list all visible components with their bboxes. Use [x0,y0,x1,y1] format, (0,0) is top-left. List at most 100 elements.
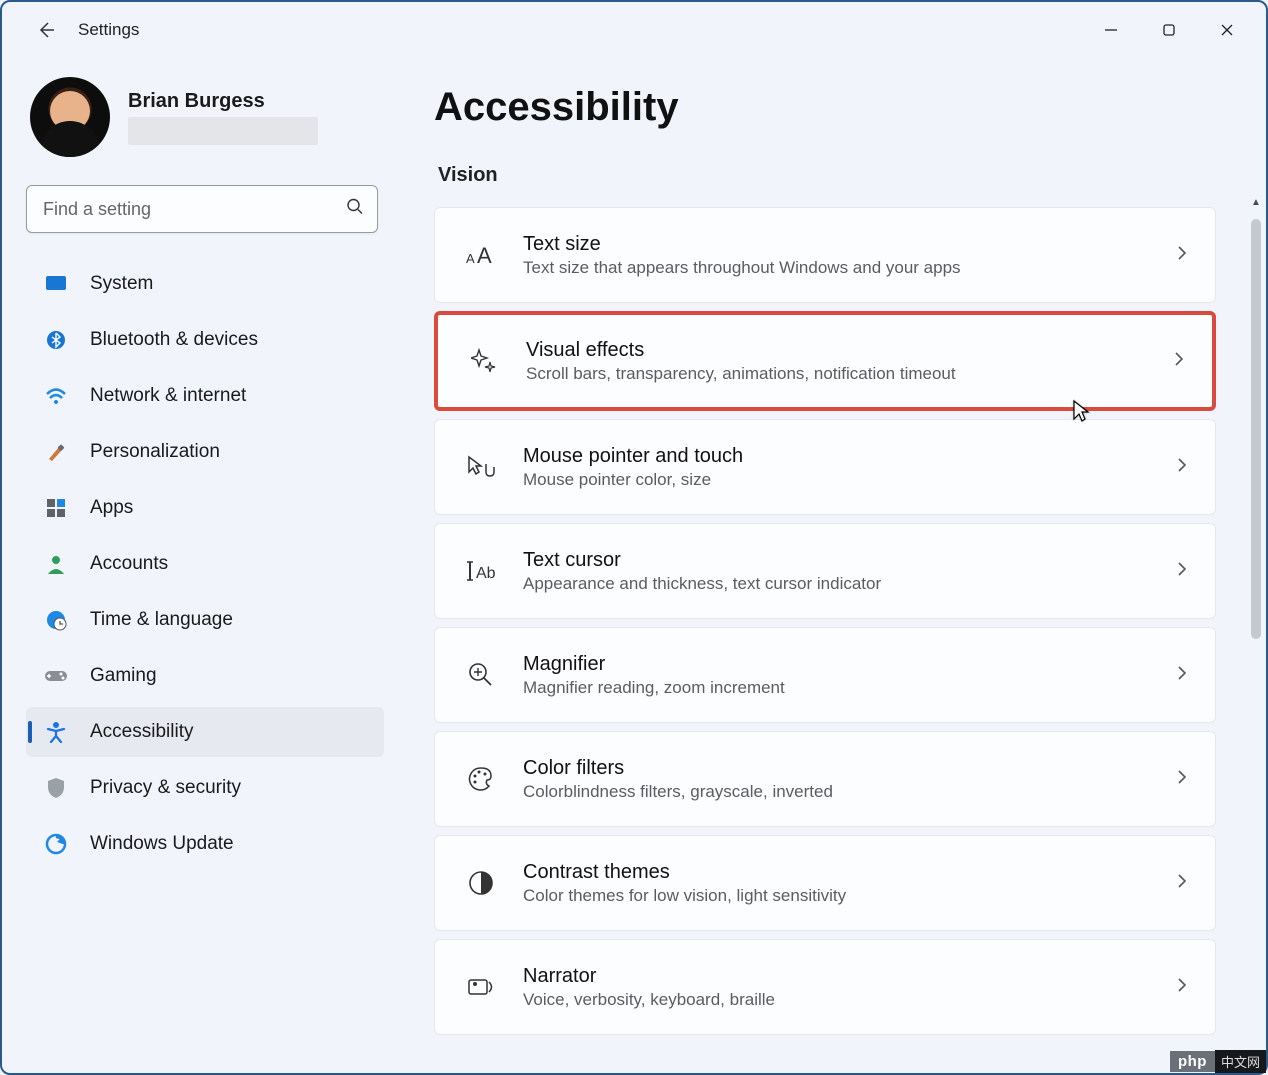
contrast-icon [463,865,499,901]
card-title: Contrast themes [523,861,1177,884]
watermark-right: 中文网 [1215,1050,1266,1073]
nav-item-update[interactable]: Windows Update [26,819,384,869]
chevron-right-icon [1177,873,1187,894]
update-icon [44,832,68,856]
card-subtitle: Mouse pointer color, size [523,470,1177,490]
nav-item-gaming[interactable]: Gaming [26,651,384,701]
window-controls [1082,10,1256,50]
pointer-touch-icon [463,449,499,485]
card-subtitle: Magnifier reading, zoom increment [523,678,1177,698]
globe-clock-icon [44,608,68,632]
watermark-left: php [1170,1051,1215,1072]
scroll-up-icon[interactable]: ▲ [1250,197,1262,209]
section-title: Vision [438,164,1234,187]
user-block[interactable]: Brian Burgess [26,77,392,157]
card-title: Mouse pointer and touch [523,445,1177,468]
card-subtitle: Voice, verbosity, keyboard, braille [523,990,1177,1010]
chevron-right-icon [1177,977,1187,998]
nav-label: Network & internet [90,385,246,407]
card-contrast-themes[interactable]: Contrast themes Color themes for low vis… [434,835,1216,931]
main-content: Accessibility Vision AA Text size Text s… [402,57,1266,1073]
search-input[interactable] [26,185,378,233]
nav-label: Accounts [90,553,168,575]
text-cursor-icon: Ab [463,553,499,589]
chevron-right-icon [1177,665,1187,686]
chevron-right-icon [1174,351,1184,372]
nav-label: Windows Update [90,833,234,855]
card-list: AA Text size Text size that appears thro… [434,207,1234,1035]
sparkle-icon [466,343,502,379]
nav-list: System Bluetooth & devices Network & int… [26,259,392,869]
nav-label: Accessibility [90,721,193,743]
svg-text:Ab: Ab [476,565,496,582]
card-subtitle: Color themes for low vision, light sensi… [523,886,1177,906]
card-mouse-pointer[interactable]: Mouse pointer and touch Mouse pointer co… [434,419,1216,515]
card-text-cursor[interactable]: Ab Text cursor Appearance and thickness,… [434,523,1216,619]
card-title: Color filters [523,757,1177,780]
card-title: Narrator [523,965,1177,988]
card-color-filters[interactable]: Color filters Colorblindness filters, gr… [434,731,1216,827]
palette-icon [463,761,499,797]
card-subtitle: Colorblindness filters, grayscale, inver… [523,782,1177,802]
card-narrator[interactable]: Narrator Voice, verbosity, keyboard, bra… [434,939,1216,1035]
maximize-button[interactable] [1140,10,1198,50]
nav-item-time[interactable]: Time & language [26,595,384,645]
display-icon [44,272,68,296]
nav-item-accessibility[interactable]: Accessibility [26,707,384,757]
nav-item-accounts[interactable]: Accounts [26,539,384,589]
wifi-icon [44,384,68,408]
card-text-size[interactable]: AA Text size Text size that appears thro… [434,207,1216,303]
search-wrap [26,185,392,233]
nav-label: Bluetooth & devices [90,329,258,351]
nav-label: Privacy & security [90,777,241,799]
bluetooth-icon [44,328,68,352]
page-title: Accessibility [434,85,1234,130]
chevron-right-icon [1177,561,1187,582]
scrollbar[interactable]: ▲ [1250,197,1262,1063]
card-title: Visual effects [526,339,1174,362]
nav-item-network[interactable]: Network & internet [26,371,384,421]
gamepad-icon [44,664,68,688]
user-name: Brian Burgess [128,90,318,113]
back-button[interactable] [26,10,66,50]
apps-icon [44,496,68,520]
nav-label: Time & language [90,609,233,631]
nav-item-privacy[interactable]: Privacy & security [26,763,384,813]
card-title: Text cursor [523,549,1177,572]
nav-label: Gaming [90,665,157,687]
search-icon [346,198,364,221]
watermark: php 中文网 [1170,1050,1266,1073]
sidebar: Brian Burgess System Bluetooth & devices… [2,57,402,1073]
card-subtitle: Appearance and thickness, text cursor in… [523,574,1177,594]
nav-label: Apps [90,497,133,519]
svg-text:A: A [477,243,492,267]
chevron-right-icon [1177,457,1187,478]
shield-icon [44,776,68,800]
nav-item-system[interactable]: System [26,259,384,309]
accessibility-icon [44,720,68,744]
user-email-redacted [128,117,318,145]
card-subtitle: Text size that appears throughout Window… [523,258,1177,278]
card-visual-effects[interactable]: Visual effects Scroll bars, transparency… [434,311,1216,411]
card-magnifier[interactable]: Magnifier Magnifier reading, zoom increm… [434,627,1216,723]
nav-item-bluetooth[interactable]: Bluetooth & devices [26,315,384,365]
nav-label: System [90,273,153,295]
brush-icon [44,440,68,464]
text-size-icon: AA [463,237,499,273]
nav-item-apps[interactable]: Apps [26,483,384,533]
chevron-right-icon [1177,245,1187,266]
titlebar: Settings [2,2,1266,57]
card-title: Magnifier [523,653,1177,676]
chevron-right-icon [1177,769,1187,790]
card-subtitle: Scroll bars, transparency, animations, n… [526,364,1174,384]
svg-text:A: A [466,251,475,266]
scroll-thumb[interactable] [1251,219,1261,639]
close-button[interactable] [1198,10,1256,50]
nav-item-personalization[interactable]: Personalization [26,427,384,477]
person-icon [44,552,68,576]
minimize-button[interactable] [1082,10,1140,50]
magnifier-icon [463,657,499,693]
narrator-icon [463,969,499,1005]
avatar [30,77,110,157]
nav-label: Personalization [90,441,220,463]
